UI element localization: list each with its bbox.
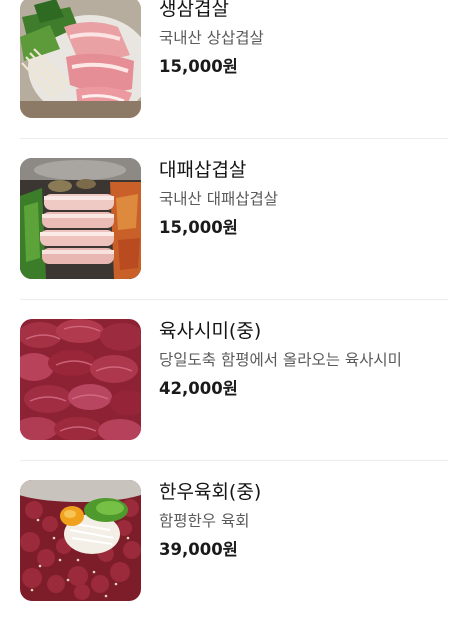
thin-pork-belly-photo (20, 158, 141, 279)
menu-item-price: 42,000원 (159, 379, 238, 398)
menu-item-description: 함평한우 육회 (159, 512, 250, 530)
menu-item-raw-beef[interactable]: 육사시미(중) 당일도축 함평에서 올라오는 육사시미 42,000원 (0, 300, 466, 460)
menu-item-name: 한우육회(중) (159, 481, 262, 503)
menu-item-pork-belly[interactable]: 생삼겹살 국내산 상삽겹살 15,000원 (0, 0, 466, 138)
menu-item-price: 15,000원 (159, 218, 238, 237)
menu-item-info: 생삼겹살 국내산 상삽겹살 15,000원 (159, 0, 449, 79)
raw-beef-slices-photo (20, 319, 141, 440)
menu-item-info: 육사시미(중) 당일도축 함평에서 올라오는 육사시미 42,000원 (159, 318, 449, 401)
menu-item-description: 국내산 상삽겹살 (159, 29, 264, 47)
menu-item-name: 생삼겹살 (159, 0, 229, 20)
menu-item-beef-tartare[interactable]: 한우육회(중) 함평한우 육회 39,000원 (0, 461, 466, 621)
menu-item-description: 국내산 대패삽겹살 (159, 190, 279, 208)
menu-item-price: 39,000원 (159, 540, 238, 559)
menu-item-name: 육사시미(중) (159, 320, 262, 342)
menu-item-thin-pork-belly[interactable]: 대패삽겹살 국내산 대패삽겹살 15,000원 (0, 139, 466, 299)
pork-belly-photo (20, 0, 141, 118)
menu-item-description: 당일도축 함평에서 올라오는 육사시미 (159, 351, 402, 369)
menu-item-price: 15,000원 (159, 57, 238, 76)
menu-item-info: 한우육회(중) 함평한우 육회 39,000원 (159, 479, 449, 562)
menu-item-info: 대패삽겹살 국내산 대패삽겹살 15,000원 (159, 157, 449, 240)
beef-tartare-photo (20, 480, 141, 601)
menu-item-name: 대패삽겹살 (159, 159, 247, 181)
